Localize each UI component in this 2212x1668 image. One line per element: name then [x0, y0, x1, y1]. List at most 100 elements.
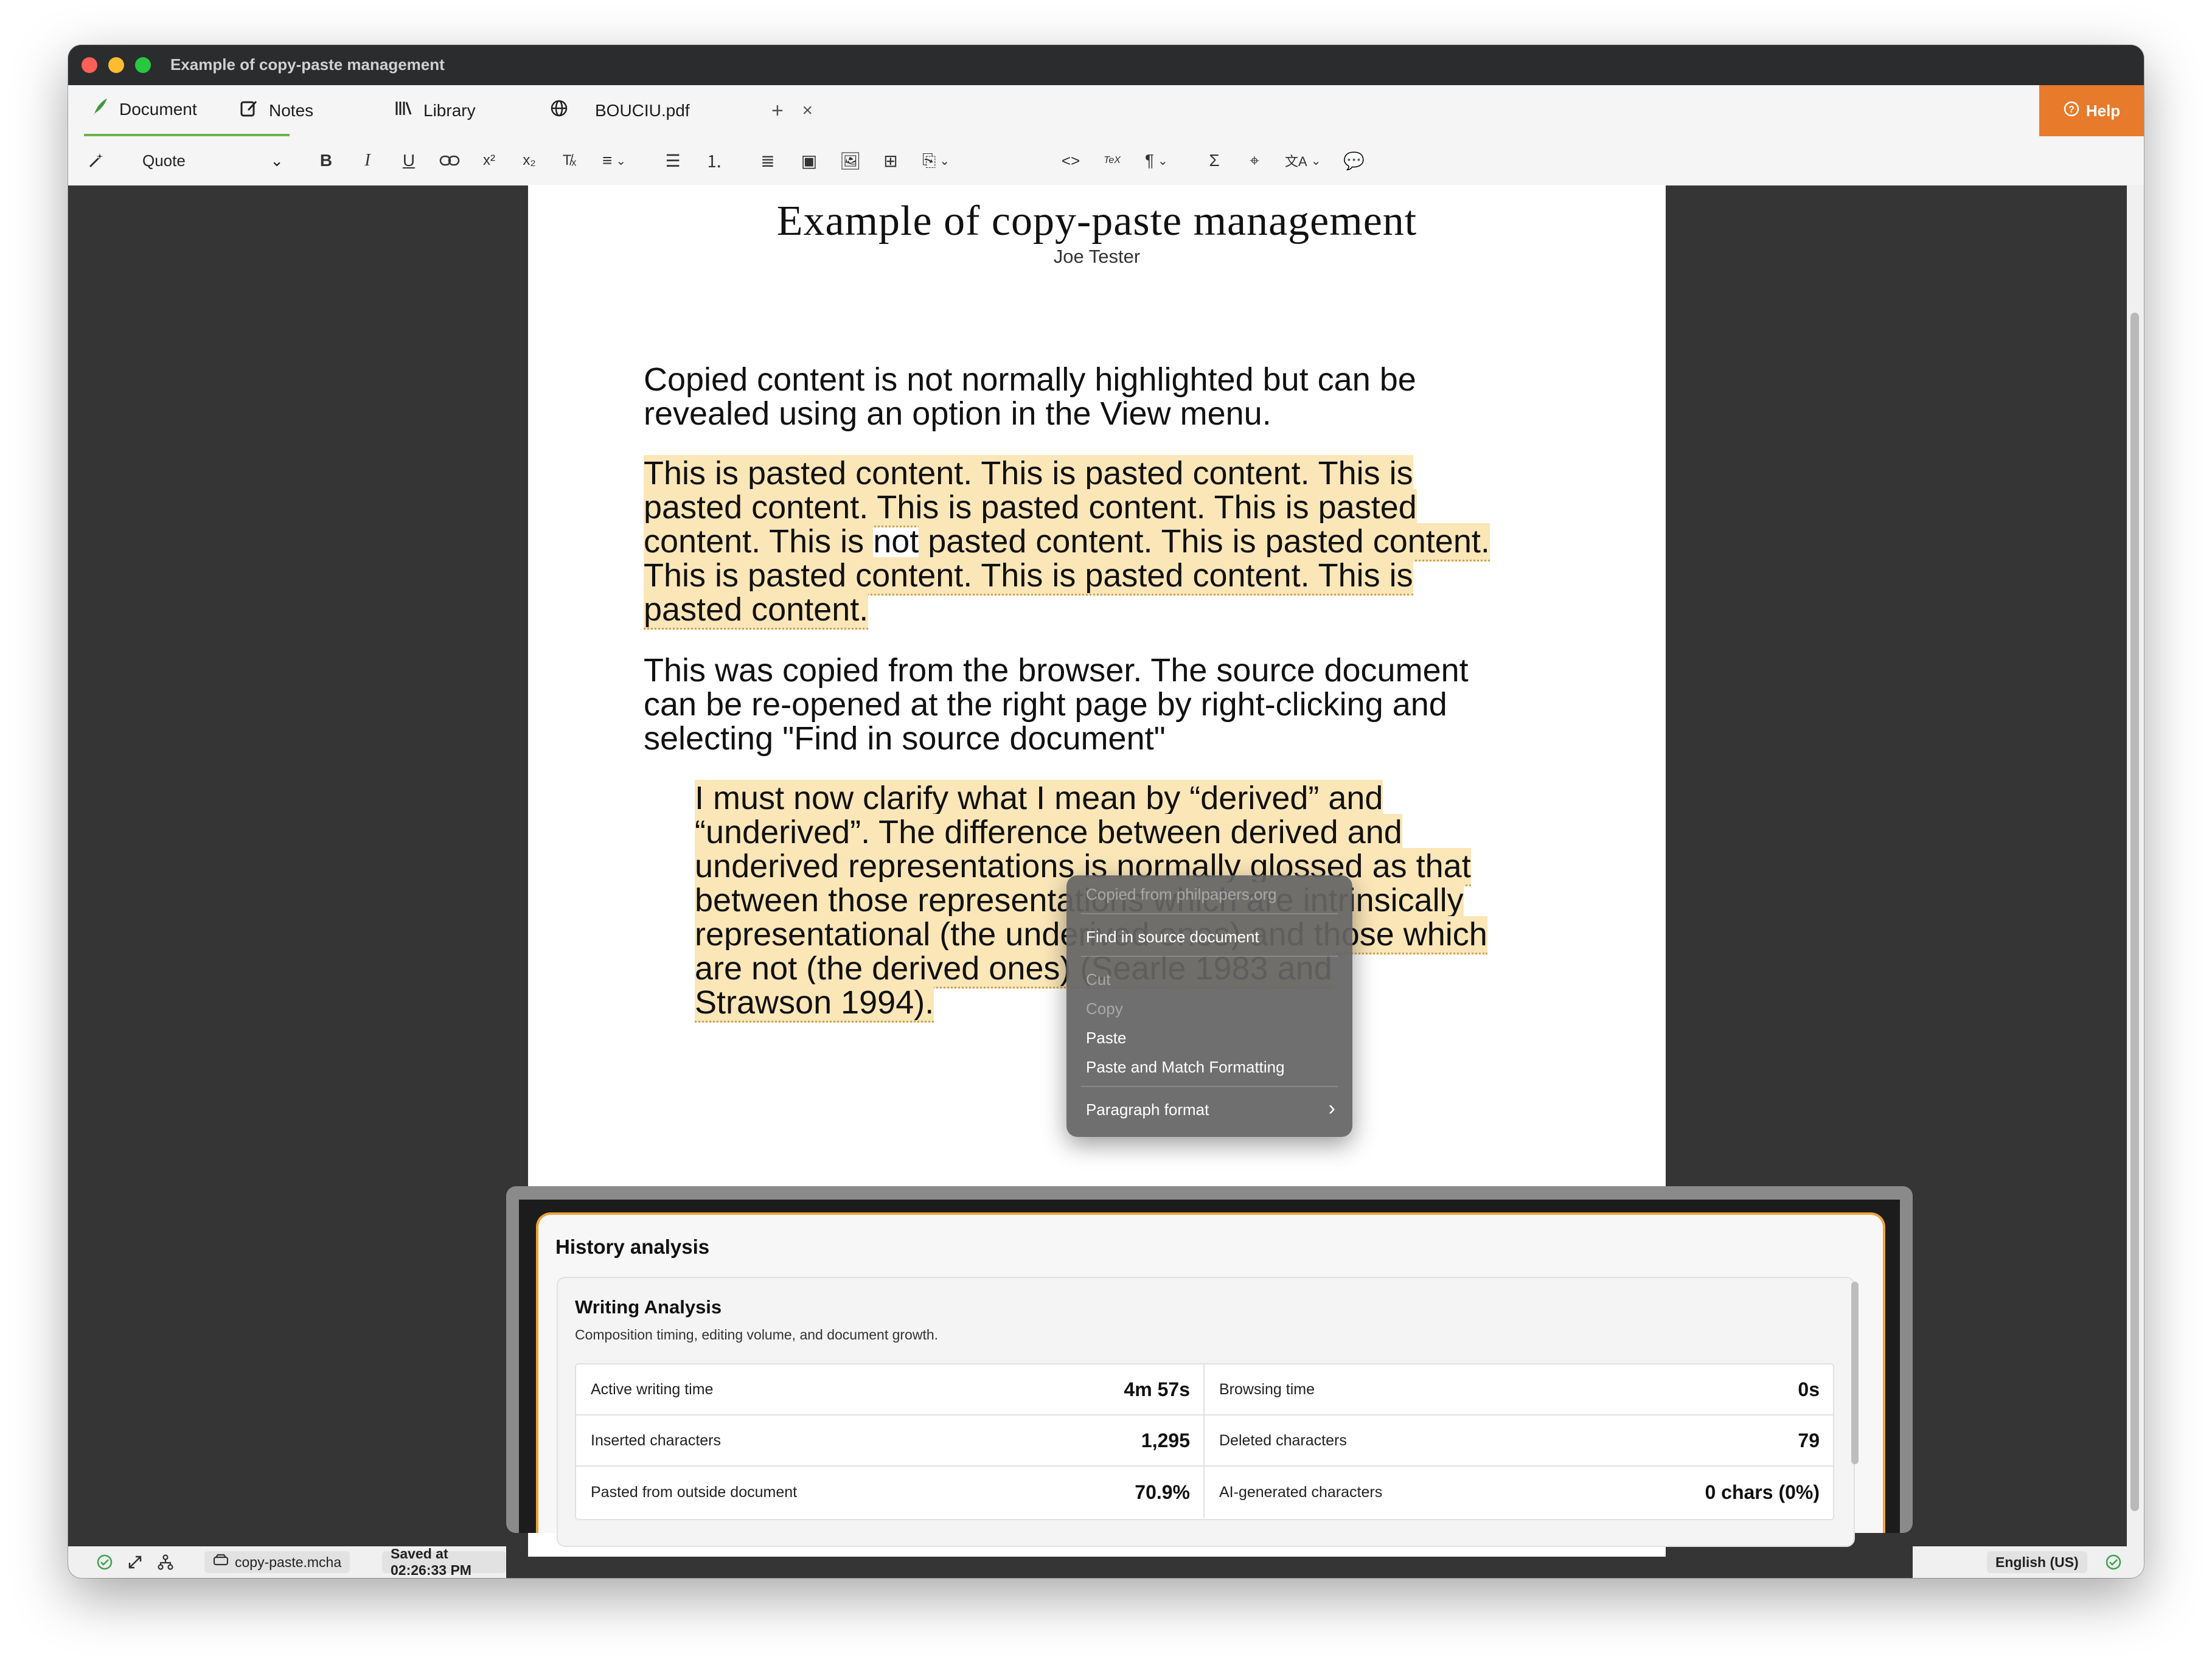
clear-formatting-button[interactable]: T̸ₓ: [560, 147, 579, 174]
insert-menu-button[interactable]: ⎘ ⌄: [922, 147, 950, 174]
stat-pasted-outside: Pasted from outside document 70.9%: [576, 1467, 1205, 1518]
pasted-text-line: pasted content. This is pasted content.: [919, 523, 1490, 561]
hierarchy-icon[interactable]: [157, 1551, 174, 1573]
close-tab-icon[interactable]: ×: [802, 100, 813, 121]
stat-inserted-characters: Inserted characters 1,295: [576, 1416, 1205, 1467]
text-line: Copied content is not normally highlight…: [644, 361, 1416, 398]
stat-active-writing-time: Active writing time 4m 57s: [576, 1364, 1205, 1416]
subscript-button[interactable]: x₂: [520, 147, 539, 174]
menu-item-copy[interactable]: Copy: [1086, 999, 1123, 1018]
status-bar-right: English (US): [1913, 1546, 2144, 1578]
image-icon[interactable]: 🖼: [840, 147, 861, 174]
menu-divider: [1081, 913, 1338, 914]
pasted-paragraph: This is pasted content. This is pasted c…: [644, 455, 1490, 630]
tab-bar: Document Notes Library BOUCIU.pdf × +: [68, 85, 2144, 137]
history-analysis-panel: History analysis Writing Analysis Compos…: [536, 1212, 1885, 1547]
file-name-badge[interactable]: copy-paste.mcha: [204, 1551, 350, 1573]
justify-button[interactable]: ≣: [758, 147, 777, 174]
quote-line: I must now clarify what I mean by “deriv…: [695, 780, 1383, 818]
bullet-list-button[interactable]: ☰: [663, 147, 683, 174]
quote-line: Strawson 1994).: [695, 984, 934, 1023]
writing-analysis-card: Writing Analysis Composition timing, edi…: [557, 1277, 1855, 1547]
chevron-down-icon: ⌄: [270, 151, 283, 170]
code-icon[interactable]: <>: [1061, 147, 1080, 174]
stat-deleted-characters: Deleted characters 79: [1205, 1416, 1833, 1467]
writing-analysis-subtitle: Composition timing, editing volume, and …: [575, 1327, 939, 1343]
tab-label: BOUCIU.pdf: [595, 101, 690, 120]
stat-value: 4m 57s: [1124, 1378, 1190, 1400]
stat-label: Deleted characters: [1219, 1431, 1347, 1449]
pilcrow-icon: ¶: [1145, 151, 1155, 170]
help-circle-icon: ?: [2063, 100, 2080, 122]
superscript-button[interactable]: x²: [479, 147, 499, 174]
language-badge[interactable]: English (US): [1987, 1551, 2087, 1573]
table-icon[interactable]: ⊞: [881, 147, 900, 174]
link-icon[interactable]: [439, 147, 460, 174]
scrollbar-thumb[interactable]: [2130, 313, 2139, 1511]
magic-wand-icon[interactable]: [86, 147, 106, 174]
tex-icon[interactable]: TeX: [1102, 147, 1122, 174]
status-bar-left: copy-paste.mcha Saved at 02:26:33 PM: [68, 1546, 506, 1578]
stats-table: Active writing time 4m 57s Browsing time…: [575, 1363, 1834, 1520]
menu-header-source: Copied from philpapers.org: [1086, 885, 1277, 903]
paragraph-menu-button[interactable]: ¶ ⌄: [1145, 147, 1168, 174]
check-circle-icon[interactable]: [2105, 1551, 2122, 1573]
saved-status: Saved at 02:26:33 PM: [382, 1546, 506, 1578]
menu-divider: [1081, 956, 1338, 957]
help-button[interactable]: ? Help: [2039, 85, 2144, 136]
comment-icon[interactable]: 💬: [1343, 147, 1365, 174]
chevron-down-icon: ⌄: [939, 154, 950, 168]
paragraph-style-select[interactable]: Quote ⌄: [142, 147, 288, 174]
chevron-down-icon: ⌄: [616, 154, 627, 168]
translate-menu-button[interactable]: 文A ⌄: [1285, 147, 1321, 174]
stat-label: Active writing time: [591, 1380, 714, 1398]
stat-label: Browsing time: [1219, 1380, 1315, 1398]
globe-icon: [550, 99, 568, 122]
stat-label: Pasted from outside document: [591, 1483, 798, 1501]
window-title: Example of copy-paste management: [170, 55, 445, 74]
tab-notes[interactable]: Notes: [240, 85, 313, 136]
paragraph-intro: Copied content is not normally highlight…: [644, 363, 1416, 431]
zoom-window-button[interactable]: [135, 57, 151, 73]
paragraph-browser: This was copied from the browser. The so…: [644, 653, 1469, 756]
expand-icon[interactable]: [127, 1551, 144, 1573]
document-author: Joe Tester: [1053, 246, 1141, 267]
pasted-text-line: pasted content. This is pasted content. …: [644, 489, 1417, 527]
italic-button[interactable]: I: [358, 147, 377, 174]
history-title: History analysis: [555, 1235, 710, 1258]
menu-item-find-in-source[interactable]: Find in source document: [1086, 928, 1259, 947]
stat-value: 0s: [1798, 1378, 1820, 1400]
menu-item-cut[interactable]: Cut: [1086, 970, 1110, 989]
minimize-window-button[interactable]: [108, 57, 124, 73]
document-scrollbar[interactable]: [2127, 185, 2144, 1578]
align-icon: ≡: [602, 151, 613, 170]
align-menu-button[interactable]: ≡ ⌄: [602, 147, 626, 174]
stat-value: 70.9%: [1135, 1481, 1190, 1503]
close-window-button[interactable]: [82, 57, 97, 73]
new-tab-button[interactable]: +: [771, 85, 784, 136]
menu-item-paste[interactable]: Paste: [1086, 1029, 1127, 1048]
tab-label: Library: [423, 101, 476, 120]
save-icon[interactable]: ▣: [799, 147, 819, 174]
stat-label: AI-generated characters: [1219, 1483, 1383, 1501]
bold-button[interactable]: B: [316, 147, 336, 174]
stat-ai-generated: AI-generated characters 0 chars (0%): [1205, 1467, 1833, 1518]
title-bar: Example of copy-paste management: [68, 45, 2144, 85]
text-line: can be re-opened at the right page by ri…: [644, 686, 1447, 723]
typed-text: not: [873, 523, 919, 560]
quote-line: “underived”. The difference between deri…: [695, 814, 1402, 852]
underline-button[interactable]: U: [399, 147, 419, 174]
notes-icon: [240, 99, 258, 122]
feather-icon: [91, 97, 108, 122]
tag-icon[interactable]: ⌖: [1245, 147, 1264, 174]
stat-value: 0 chars (0%): [1705, 1481, 1820, 1503]
menu-item-paste-match[interactable]: Paste and Match Formatting: [1086, 1058, 1285, 1077]
library-icon: [394, 99, 412, 122]
history-scrollbar[interactable]: [1851, 1282, 1859, 1464]
tab-library[interactable]: Library: [394, 85, 476, 136]
check-circle-icon[interactable]: [96, 1551, 113, 1573]
numbered-list-button[interactable]: ⒈: [704, 147, 724, 174]
drive-icon: [213, 1554, 229, 1571]
menu-item-paragraph-format[interactable]: Paragraph format: [1086, 1100, 1209, 1119]
sigma-icon[interactable]: Σ: [1205, 147, 1224, 174]
